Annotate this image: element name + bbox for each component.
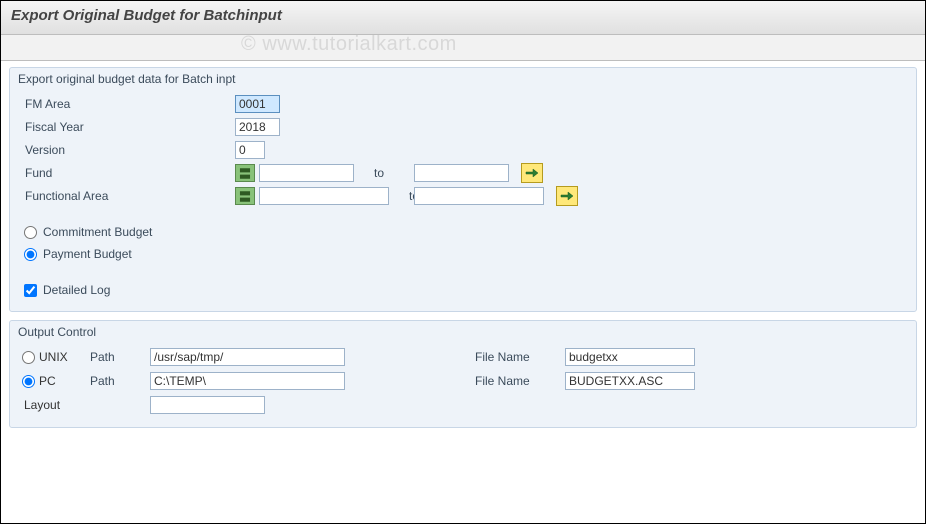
payment-budget-radio[interactable]	[24, 248, 37, 261]
funcarea-select-icon[interactable]: 〓	[235, 187, 255, 205]
fiscal-year-input[interactable]	[235, 118, 280, 136]
group-output-control: Output Control UNIX Path File Name PC Pa…	[9, 320, 917, 428]
version-input[interactable]	[235, 141, 265, 159]
group-output-title: Output Control	[10, 321, 916, 345]
fiscal-year-label: Fiscal Year	[10, 120, 235, 134]
pc-filename-label: File Name	[475, 374, 565, 388]
group-export-title: Export original budget data for Batch in…	[10, 68, 916, 92]
pc-path-input[interactable]	[150, 372, 345, 390]
commitment-budget-radio[interactable]	[24, 226, 37, 239]
version-label: Version	[10, 143, 235, 157]
payment-budget-label: Payment Budget	[43, 247, 132, 261]
funcarea-from-input[interactable]	[259, 187, 389, 205]
unix-label: UNIX	[39, 350, 68, 364]
fund-select-icon[interactable]: 〓	[235, 164, 255, 182]
fund-to-label: to	[354, 166, 414, 180]
fund-to-input[interactable]	[414, 164, 509, 182]
fm-area-input[interactable]	[235, 95, 280, 113]
commitment-budget-label: Commitment Budget	[43, 225, 152, 239]
funcarea-to-label: to	[389, 189, 414, 203]
unix-path-input[interactable]	[150, 348, 345, 366]
pc-radio[interactable]	[22, 375, 35, 388]
unix-path-label: Path	[90, 350, 150, 364]
toolbar	[1, 35, 925, 61]
fund-multi-select-button[interactable]	[521, 163, 543, 183]
detailed-log-checkbox[interactable]	[24, 284, 37, 297]
unix-radio[interactable]	[22, 351, 35, 364]
unix-filename-input[interactable]	[565, 348, 695, 366]
pc-path-label: Path	[90, 374, 150, 388]
group-export-data: Export original budget data for Batch in…	[9, 67, 917, 312]
layout-input[interactable]	[150, 396, 265, 414]
funcarea-multi-select-button[interactable]	[556, 186, 578, 206]
pc-label: PC	[39, 374, 56, 388]
fm-area-label: FM Area	[10, 97, 235, 111]
page-title: Export Original Budget for Batchinput	[1, 1, 925, 35]
fund-from-input[interactable]	[259, 164, 354, 182]
funcarea-to-input[interactable]	[414, 187, 544, 205]
detailed-log-label: Detailed Log	[43, 283, 110, 297]
unix-filename-label: File Name	[475, 350, 565, 364]
funcarea-label: Functional Area	[10, 189, 235, 203]
fund-label: Fund	[10, 166, 235, 180]
pc-filename-input[interactable]	[565, 372, 695, 390]
layout-label: Layout	[22, 398, 60, 412]
